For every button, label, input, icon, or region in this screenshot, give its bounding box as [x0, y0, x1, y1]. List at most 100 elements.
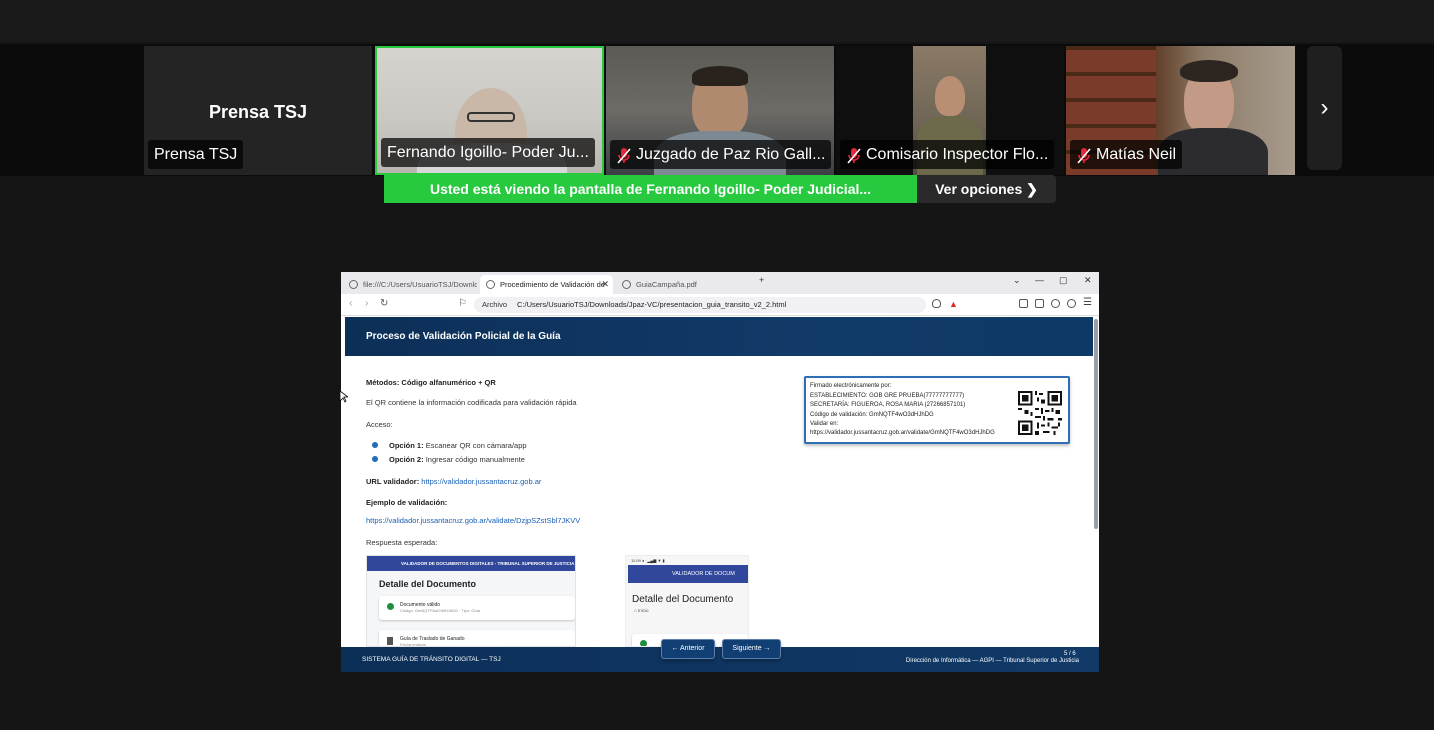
validator-header: VALIDADOR DE DOCUMENTOS DIGITALES - TRIB…	[367, 556, 575, 571]
participant-tile-fernando[interactable]: Fernando Igoillo- Poder Ju...	[375, 46, 604, 175]
browser-tab-active[interactable]: Procedimiento de Validación de ✕	[480, 275, 613, 294]
validator-screenshot-desktop: VALIDADOR DE DOCUMENTOS DIGITALES - TRIB…	[366, 555, 576, 647]
option-text: Escanear QR con cámara/app	[425, 441, 527, 450]
page-counter: 5 / 6	[1064, 651, 1076, 657]
validator-title: Detalle del Documento	[632, 594, 734, 605]
address-bar[interactable]: Archivo C:/Users/UsuarioTSJ/Downloads/Jpa…	[474, 297, 926, 313]
globe-icon	[622, 280, 631, 289]
next-slide-button[interactable]: Siguiente →	[722, 639, 781, 659]
bullet-icon	[372, 442, 378, 448]
previous-slide-button[interactable]: ← Anterior	[661, 639, 715, 659]
tab-label: file:///C:/Users/UsuarioTSJ/Downloa	[363, 280, 477, 289]
url-validator-label: URL validador:	[366, 477, 420, 486]
browser-url-bar: ‹ › ↻ ⚐ Archivo C:/Users/UsuarioTSJ/Downl…	[341, 294, 1099, 316]
example-label: Ejemplo de validación:	[366, 498, 448, 507]
menu-icon[interactable]: ☰	[1083, 297, 1092, 308]
option-label: Opción 1:	[389, 441, 424, 450]
shield-icon[interactable]	[932, 299, 941, 308]
participant-name-label: Juzgado de Paz Rio Gall...	[610, 140, 832, 169]
mic-muted-icon	[616, 146, 632, 164]
url-validator-line: URL validador: https://validador.jussant…	[366, 477, 541, 486]
qr-code-icon	[1018, 391, 1062, 435]
glasses-shape	[467, 112, 515, 122]
reload-icon[interactable]: ↻	[380, 298, 388, 309]
meeting-top-bar	[0, 0, 1434, 42]
participant-tile-juzgado[interactable]: Juzgado de Paz Rio Gall...	[606, 46, 834, 175]
qr-info-text: El QR contiene la información codificada…	[366, 398, 577, 407]
screen-share-banner: Usted está viendo la pantalla de Fernand…	[384, 175, 917, 203]
valid-doc-card: Documento válido Código: GmNQTF4wO3dHJhD…	[379, 596, 575, 620]
participant-hair	[692, 66, 748, 86]
participant-placeholder-name: Prensa TSJ	[208, 102, 308, 122]
new-tab-button[interactable]: +	[759, 275, 764, 285]
footer-right-text: Dirección de Informática — AGPI — Tribun…	[905, 658, 1079, 664]
breadcrumb-label: Inicio	[637, 608, 649, 613]
participant-tile-comisario[interactable]: Comisario Inspector Flo...	[836, 46, 1064, 175]
mic-muted-icon	[846, 146, 862, 164]
card-subtitle: Código: GmNQTF4wO3dHJhDG · Tipo: Guía	[400, 608, 481, 613]
mic-muted-icon	[1076, 146, 1092, 164]
methods-text: Métodos: Código alfanumérico + QR	[366, 378, 496, 387]
option-1: Opción 1: Escanear QR con cámara/app	[389, 441, 527, 450]
phone-status-bar: 11:09 ◂ · ▂▄▆ ▼ ▮	[631, 558, 665, 563]
tab-label: Procedimiento de Validación de	[500, 280, 605, 289]
profile-icon[interactable]	[1067, 299, 1076, 308]
tab-label: GuiaCampaña.pdf	[636, 280, 697, 289]
participant-name-label: Matías Neil	[1070, 140, 1183, 169]
footer-left-text: SISTEMA GUÍA DE TRÁNSITO DIGITAL — TSJ	[362, 656, 501, 663]
home-icon: ⌂	[634, 608, 637, 613]
close-window-button[interactable]: ✕	[1084, 275, 1092, 286]
participant-name-label: Fernando Igoillo- Poder Ju...	[381, 138, 595, 167]
participant-face	[935, 76, 965, 116]
globe-icon	[486, 280, 495, 289]
participant-name: Matías Neil	[1096, 146, 1177, 163]
warning-icon[interactable]: ▲	[949, 299, 958, 309]
chevron-right-icon: ›	[1320, 94, 1329, 121]
tab-list-icon[interactable]: ⌄	[1013, 275, 1021, 286]
forward-icon[interactable]: ›	[365, 298, 368, 309]
close-tab-icon[interactable]: ✕	[601, 275, 609, 294]
mouse-cursor-icon	[340, 391, 348, 403]
browser-tab[interactable]: file:///C:/Users/UsuarioTSJ/Downloa	[343, 275, 477, 294]
sidebar-icon[interactable]	[1019, 299, 1028, 308]
screenshot-icon[interactable]	[1035, 299, 1044, 308]
url-validator-link[interactable]: https://validador.jussantacruz.gob.ar	[421, 477, 541, 486]
example-url-link[interactable]: https://validador.jussantacruz.gob.ar/va…	[366, 516, 580, 525]
option-label: Opción 2:	[389, 455, 424, 464]
participant-name-label: Prensa TSJ	[148, 140, 244, 169]
shared-screen: file:///C:/Users/UsuarioTSJ/Downloa Proc…	[341, 272, 1099, 672]
validator-title: Detalle del Documento	[379, 579, 477, 589]
maximize-button[interactable]: ▢	[1059, 275, 1068, 286]
participant-tile-prensa[interactable]: Prensa TSJ Prensa TSJ	[144, 46, 372, 175]
document-icon	[387, 637, 393, 645]
participant-hair	[1180, 60, 1238, 82]
validator-screenshot-mobile: 11:09 ◂ · ▂▄▆ ▼ ▮ VALIDADOR DE DOCUM Det…	[625, 555, 749, 647]
slide-header: Proceso de Validación Policial de la Guí…	[345, 317, 1093, 356]
option-text: Ingresar código manualmente	[425, 455, 525, 464]
access-label: Acceso:	[366, 420, 393, 429]
extensions-icon[interactable]	[1051, 299, 1060, 308]
view-options-button[interactable]: Ver opciones ❯	[917, 175, 1056, 203]
option-2: Opción 2: Ingresar código manualmente	[389, 455, 525, 464]
breadcrumb: ⌂ Inicio	[626, 608, 748, 613]
browser-tab[interactable]: GuiaCampaña.pdf	[616, 275, 750, 294]
back-icon[interactable]: ‹	[349, 298, 352, 309]
browser-tab-bar: file:///C:/Users/UsuarioTSJ/Downloa Proc…	[341, 272, 1099, 294]
expected-label: Respuesta esperada:	[366, 538, 438, 547]
globe-icon	[349, 280, 358, 289]
participant-name: Fernando Igoillo- Poder Ju...	[387, 144, 589, 161]
participant-name: Prensa TSJ	[154, 146, 238, 163]
check-icon	[640, 640, 647, 646]
bookmark-icon[interactable]: ⚐	[458, 298, 467, 309]
signature-box: Firmado electrónicamente por: ESTABLECIM…	[804, 376, 1070, 444]
page-scrollbar[interactable]	[1094, 319, 1098, 529]
next-participants-button[interactable]: ›	[1307, 46, 1342, 170]
participant-name: Comisario Inspector Flo...	[866, 146, 1049, 163]
minimize-button[interactable]: —	[1035, 275, 1044, 285]
check-icon	[387, 603, 394, 610]
participant-name: Juzgado de Paz Rio Gall...	[636, 146, 826, 163]
participant-tile-matias[interactable]: Matías Neil	[1066, 46, 1295, 175]
participant-name-label: Comisario Inspector Flo...	[840, 140, 1055, 169]
url-text: C:/Users/UsuarioTSJ/Downloads/Jpaz-VC/pr…	[517, 300, 787, 309]
validator-header: VALIDADOR DE DOCUM	[628, 565, 748, 583]
